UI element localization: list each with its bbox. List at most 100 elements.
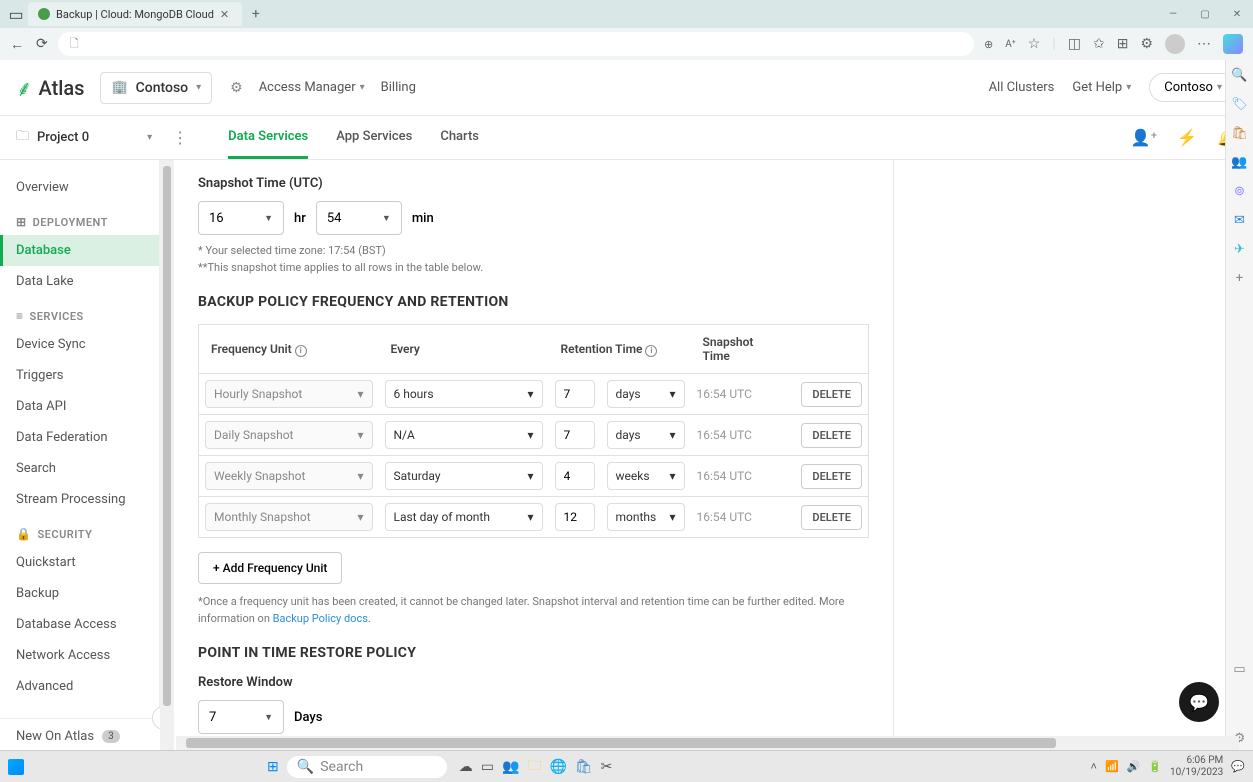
sidebar-database[interactable]: Database — [0, 235, 159, 266]
horizontal-scrollbar[interactable] — [176, 736, 1239, 750]
restore-window-select[interactable]: 7▼ — [198, 700, 284, 734]
sidebar-device-sync[interactable]: Device Sync — [0, 329, 159, 360]
every-select[interactable]: 6 hours▾ — [385, 380, 543, 408]
delete-button[interactable]: DELETE — [801, 382, 862, 407]
chat-fab[interactable]: 💬 — [1179, 682, 1219, 722]
sidebar-advanced[interactable]: Advanced — [0, 671, 159, 702]
billing-link[interactable]: Billing — [381, 80, 416, 95]
retention-unit-select[interactable]: months▾ — [607, 503, 685, 531]
retention-unit-select[interactable]: days▾ — [607, 380, 685, 408]
kebab-icon[interactable]: ⋮ — [172, 128, 188, 147]
collections-icon[interactable]: ⊞ — [1117, 36, 1129, 52]
extensions-icon[interactable]: ⚙ — [1140, 36, 1153, 52]
sidebar-quickstart[interactable]: Quickstart — [0, 547, 159, 578]
wifi-icon[interactable]: 📶 — [1105, 760, 1119, 773]
edge-icon[interactable]: 🌐 — [549, 759, 566, 775]
get-help-link[interactable]: Get Help ▾ — [1072, 80, 1131, 95]
reader-icon[interactable]: A⁺ — [1005, 39, 1016, 50]
project-selector[interactable]: 🗀 Project 0 ▾ — [16, 127, 152, 149]
shopping-icon[interactable]: 🛍 — [1231, 126, 1248, 141]
delete-button[interactable]: DELETE — [801, 505, 862, 530]
frequency-select[interactable]: Daily Snapshot▾ — [205, 421, 373, 449]
sidebar-data-lake[interactable]: Data Lake — [0, 266, 159, 297]
retention-value-input[interactable] — [555, 380, 595, 408]
tab-close-icon[interactable]: ✕ — [220, 8, 232, 20]
browser-tab[interactable]: Backup | Cloud: MongoDB Cloud ✕ — [28, 2, 242, 26]
tab-app-services[interactable]: App Services — [336, 116, 412, 159]
retention-unit-select[interactable]: weeks▾ — [607, 462, 685, 490]
tag-icon[interactable]: 🏷 — [1231, 97, 1248, 112]
delete-button[interactable]: DELETE — [801, 423, 862, 448]
taskbar-clock[interactable]: 6:06 PM 10/19/2023 — [1170, 755, 1223, 779]
more-icon[interactable]: ⋯ — [1197, 36, 1211, 52]
tray-chevron-icon[interactable]: ˄ — [1091, 760, 1097, 773]
panel-icon[interactable]: ▭ — [1233, 662, 1245, 677]
sidebar-stream-processing[interactable]: Stream Processing — [0, 484, 159, 515]
every-select[interactable]: N/A▾ — [385, 421, 543, 449]
access-manager-link[interactable]: Access Manager ▾ — [259, 80, 365, 95]
minute-select[interactable]: 54▼ — [316, 201, 402, 235]
explorer-icon[interactable]: 🗀 — [527, 755, 541, 779]
teams-icon[interactable]: 👥 — [502, 759, 519, 775]
sidebar-data-federation[interactable]: Data Federation — [0, 422, 159, 453]
every-select[interactable]: Last day of month▾ — [385, 503, 543, 531]
org-selector[interactable]: 🏢 Contoso ▾ — [100, 72, 212, 104]
new-on-atlas[interactable]: New On Atlas 3 — [0, 718, 160, 754]
sidebar-backup[interactable]: Backup — [0, 578, 159, 609]
retention-value-input[interactable] — [555, 421, 595, 449]
taskbar-search[interactable]: 🔍 Search — [287, 756, 447, 778]
snip-icon[interactable]: ✂ — [601, 759, 613, 775]
volume-icon[interactable]: 🔊 — [1127, 760, 1141, 773]
atlas-logo[interactable]: ⸙ Atlas — [16, 73, 84, 103]
store-icon[interactable]: 🛍 — [575, 759, 593, 775]
split-icon[interactable]: ◫ — [1068, 36, 1081, 52]
window-minimize-icon[interactable]: — — [1165, 9, 1181, 20]
back-icon[interactable]: ← — [10, 36, 24, 53]
refresh-icon[interactable]: ⟳ — [36, 36, 48, 53]
retention-value-input[interactable] — [555, 503, 595, 531]
frequency-select[interactable]: Weekly Snapshot▾ — [205, 462, 373, 490]
sidebar-overview[interactable]: Overview — [0, 172, 159, 203]
all-clusters-link[interactable]: All Clusters — [989, 80, 1055, 95]
outlook-icon[interactable]: ✉ — [1234, 213, 1245, 228]
retention-value-input[interactable] — [555, 462, 595, 490]
add-frequency-button[interactable]: + Add Frequency Unit — [198, 552, 342, 584]
start-icon[interactable]: ⊞ — [267, 759, 279, 775]
favorites-bar-icon[interactable]: ✩ — [1093, 36, 1105, 52]
weather-icon[interactable]: ☁ — [459, 759, 473, 775]
info-icon[interactable]: i — [295, 345, 307, 357]
battery-icon[interactable]: 🔋 — [1148, 760, 1162, 773]
activity-icon[interactable]: ⚡ — [1177, 128, 1197, 147]
notifications-icon[interactable]: 💬 — [1231, 760, 1245, 773]
sidebar-database-access[interactable]: Database Access — [0, 609, 159, 640]
frequency-select[interactable]: Monthly Snapshot▾ — [205, 503, 373, 531]
task-view-icon[interactable]: ▭ — [481, 759, 494, 775]
widgets-icon[interactable] — [8, 759, 24, 775]
office-icon[interactable]: ⊚ — [1234, 184, 1245, 199]
tab-charts[interactable]: Charts — [440, 116, 479, 159]
sidebar-network-access[interactable]: Network Access — [0, 640, 159, 671]
window-close-icon[interactable]: ✕ — [1229, 9, 1245, 20]
window-restore-icon[interactable]: ▢ — [1197, 9, 1213, 20]
gear-icon[interactable]: ⚙ — [230, 80, 243, 96]
search-icon[interactable]: 🔍 — [1231, 68, 1247, 83]
delete-button[interactable]: DELETE — [801, 464, 862, 489]
sidebar-scrollbar[interactable] — [160, 160, 174, 754]
sidebar-search[interactable]: Search — [0, 453, 159, 484]
people-icon[interactable]: 👥 — [1231, 155, 1247, 170]
copilot-icon[interactable] — [1223, 34, 1243, 54]
info-icon[interactable]: i — [645, 345, 657, 357]
frequency-select[interactable]: Hourly Snapshot▾ — [205, 380, 373, 408]
add-icon[interactable]: + — [1236, 271, 1243, 286]
sidebar-data-api[interactable]: Data API — [0, 391, 159, 422]
address-bar[interactable]: 🗋 — [58, 32, 974, 56]
zoom-icon[interactable]: ⊕ — [984, 38, 993, 51]
favorite-icon[interactable]: ☆ — [1028, 36, 1041, 52]
invite-user-icon[interactable]: 👤⁺ — [1131, 128, 1157, 147]
tab-data-services[interactable]: Data Services — [228, 116, 308, 159]
user-org-button[interactable]: Contoso ▾ — [1149, 73, 1237, 102]
sidebar-triggers[interactable]: Triggers — [0, 360, 159, 391]
site-info-icon[interactable]: 🗋 — [70, 35, 79, 54]
send-icon[interactable]: ✈ — [1234, 242, 1245, 257]
new-tab-button[interactable]: + — [246, 4, 266, 24]
